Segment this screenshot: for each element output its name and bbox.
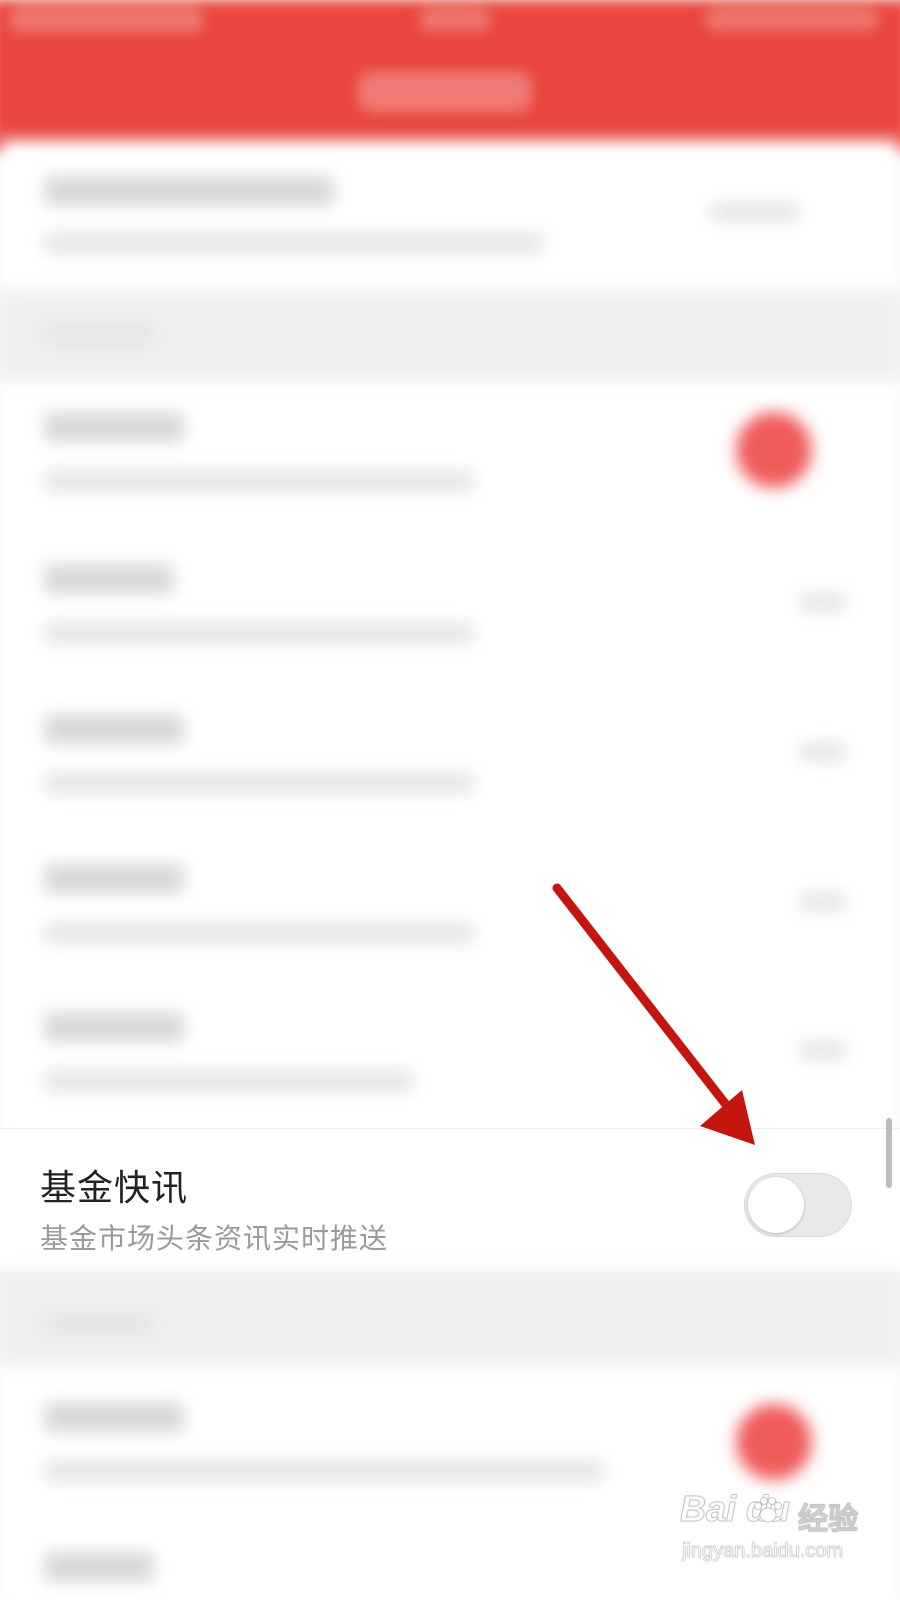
settings-screen: 基金快讯 基金市场头条资讯实时推送 Bai du 经验 jingyan.baid…: [0, 0, 900, 1600]
setting-row-title: 基金快讯: [40, 1168, 189, 1209]
top-navigation-bar: [0, 0, 900, 153]
status-bar-center: [419, 8, 491, 31]
setting-row-subtitle: 基金市场头条资讯实时推送: [40, 1222, 389, 1255]
setting-row-fund-news: 基金快讯 基金市场头条资讯实时推送: [0, 1128, 900, 1271]
fund-news-toggle[interactable]: [744, 1173, 852, 1237]
scrollbar[interactable]: [886, 1118, 892, 1188]
paw-icon: [754, 1497, 782, 1523]
toggle-knob: [748, 1177, 804, 1233]
blurred-settings-list: [0, 140, 900, 1140]
watermark-cn-text: 经验: [798, 1502, 859, 1538]
watermark-url: jingyan.baidu.com: [682, 1540, 844, 1563]
status-bar-left: [9, 6, 204, 33]
page-title-blurred: [358, 71, 532, 113]
baidu-jingyan-watermark: Bai du 经验 jingyan.baidu.com: [679, 1488, 880, 1578]
status-bar-right: [705, 8, 879, 31]
